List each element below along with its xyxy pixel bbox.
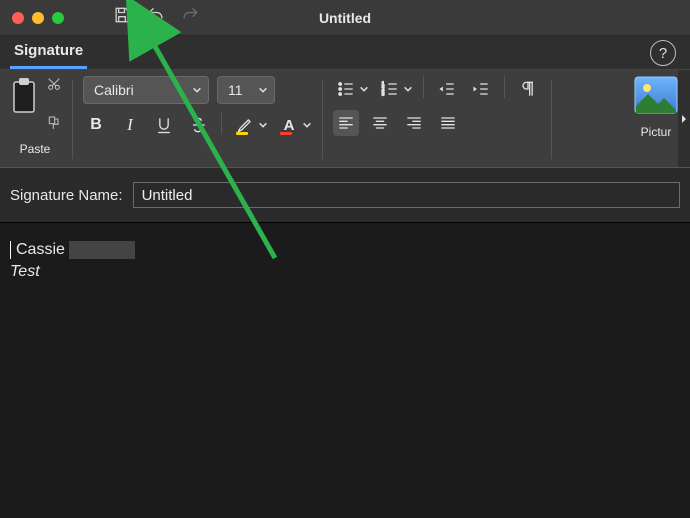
font-name-dropdown[interactable]: Calibri (83, 76, 209, 104)
align-right-button[interactable] (401, 110, 427, 136)
close-window-button[interactable] (12, 12, 24, 24)
tab-signature[interactable]: Signature (10, 36, 87, 69)
chevron-down-icon (258, 85, 268, 95)
window-title: Untitled (0, 10, 690, 26)
italic-button[interactable]: I (117, 112, 143, 138)
underline-button[interactable] (151, 112, 177, 138)
chevron-down-icon (192, 85, 202, 95)
redacted-text (69, 241, 135, 259)
ribbon: Paste Calibri 11 B I A (0, 70, 690, 168)
pictures-group[interactable]: Pictur (634, 76, 678, 139)
signature-editor[interactable]: Cassie Test (0, 223, 690, 517)
window-controls (12, 12, 64, 24)
font-size-dropdown[interactable]: 11 (217, 76, 275, 104)
strikethrough-button[interactable] (185, 112, 211, 138)
align-left-button[interactable] (333, 110, 359, 136)
text-cursor (10, 241, 11, 259)
increase-indent-button[interactable] (468, 76, 494, 102)
redo-icon (180, 5, 200, 30)
save-icon[interactable] (112, 5, 132, 30)
signature-name-label: Signature Name: (10, 187, 123, 204)
minimize-window-button[interactable] (32, 12, 44, 24)
format-painter-icon[interactable] (46, 115, 62, 136)
undo-icon[interactable] (146, 5, 166, 30)
body-line1-name: Cassie (16, 241, 65, 259)
decrease-indent-button[interactable] (434, 76, 460, 102)
numbered-list-button[interactable]: 123 (377, 76, 413, 102)
chevron-down-icon (359, 84, 369, 94)
zoom-window-button[interactable] (52, 12, 64, 24)
highlight-color-button[interactable] (232, 112, 268, 138)
ribbon-collapse-handle[interactable] (678, 70, 690, 167)
body-line2: Test (10, 263, 680, 281)
ribbon-tabs: Signature ? (0, 36, 690, 70)
help-icon: ? (659, 45, 667, 62)
quick-access-toolbar (112, 5, 200, 30)
paragraph-group: 123 (333, 76, 541, 136)
chevron-down-icon (258, 120, 268, 130)
picture-icon (634, 76, 678, 119)
bulleted-list-button[interactable] (333, 76, 369, 102)
svg-text:3: 3 (382, 92, 385, 98)
titlebar: Untitled (0, 0, 690, 36)
cut-icon[interactable] (46, 76, 62, 97)
align-center-button[interactable] (367, 110, 393, 136)
clipboard-group: Paste (8, 76, 62, 156)
bold-button[interactable]: B (83, 112, 109, 138)
paragraph-marks-button[interactable] (515, 76, 541, 102)
chevron-down-icon (302, 120, 312, 130)
font-color-button[interactable]: A (276, 112, 312, 138)
signature-name-row: Signature Name: (0, 168, 690, 223)
clipboard-icon[interactable] (8, 76, 40, 121)
help-button[interactable]: ? (650, 40, 676, 66)
font-group: Calibri 11 B I A (83, 76, 312, 138)
paste-label[interactable]: Paste (20, 142, 51, 156)
signature-name-input[interactable] (133, 182, 680, 208)
align-justify-button[interactable] (435, 110, 461, 136)
chevron-down-icon (403, 84, 413, 94)
